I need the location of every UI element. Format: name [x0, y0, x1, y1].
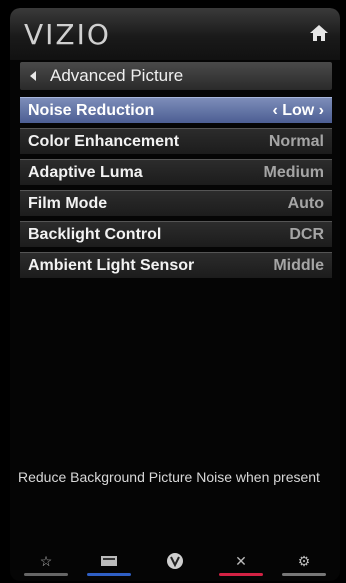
breadcrumb-title: Advanced Picture [50, 66, 184, 85]
close-icon: ✕ [235, 552, 247, 569]
settings-button[interactable]: ⚙ [282, 546, 326, 576]
breadcrumb[interactable]: Advanced Picture [20, 62, 332, 90]
menu-item-value: Middle [273, 256, 324, 274]
menu-item-value[interactable]: ‹ Low › [272, 102, 324, 120]
gear-icon: ⚙ [297, 552, 311, 569]
menu-icon [101, 556, 117, 566]
left-arrow-icon[interactable]: ‹ [272, 102, 277, 119]
back-arrow-icon[interactable] [30, 71, 36, 81]
menu-item-label: Adaptive Luma [28, 163, 143, 181]
menu-item-ambient-light-sensor[interactable]: Ambient Light Sensor Middle [20, 252, 332, 278]
settings-panel: VIZIO Advanced Picture Noise Reduction ‹… [10, 8, 340, 581]
home-icon[interactable] [308, 22, 330, 44]
menu-item-film-mode[interactable]: Film Mode Auto [20, 190, 332, 216]
menu-item-value: Medium [263, 163, 324, 181]
menu-item-value: Auto [287, 194, 324, 212]
menu-item-noise-reduction[interactable]: Noise Reduction ‹ Low › [20, 97, 332, 123]
menu-button[interactable] [87, 546, 131, 576]
menu-item-label: Color Enhancement [28, 132, 180, 150]
menu-item-label: Backlight Control [28, 225, 162, 243]
menu-item-value: DCR [289, 225, 324, 243]
menu-item-label: Noise Reduction [28, 101, 155, 119]
menu-item-value: Normal [268, 132, 324, 150]
star-icon: ☆ [39, 552, 53, 569]
top-bar: VIZIO [10, 8, 340, 60]
exit-button[interactable]: ✕ [219, 546, 263, 576]
bottom-bar: ☆ ✕ ⚙ [10, 546, 340, 581]
help-text: Reduce Background Picture Noise when pre… [18, 469, 320, 485]
vizio-v-icon [167, 553, 183, 569]
brand-logo: VIZIO [24, 18, 111, 51]
favorite-button[interactable]: ☆ [24, 546, 68, 576]
menu-item-label: Film Mode [28, 194, 108, 212]
menu-item-adaptive-luma[interactable]: Adaptive Luma Medium [20, 159, 332, 185]
right-arrow-icon[interactable]: › [319, 102, 324, 119]
settings-menu: Noise Reduction ‹ Low › Color Enhancemen… [20, 97, 332, 283]
menu-item-color-enhancement[interactable]: Color Enhancement Normal [20, 128, 332, 154]
menu-item-backlight-control[interactable]: Backlight Control DCR [20, 221, 332, 247]
vizio-button[interactable] [153, 546, 197, 576]
menu-item-label: Ambient Light Sensor [28, 256, 195, 274]
